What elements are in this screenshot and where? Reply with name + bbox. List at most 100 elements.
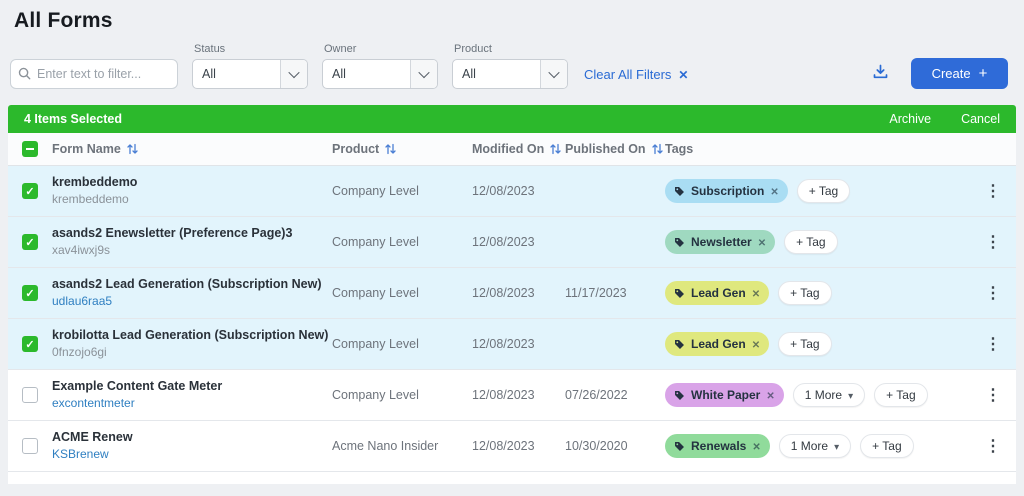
kebab-menu-button[interactable]	[979, 181, 1007, 201]
modified-on-cell: 12/08/2023	[472, 439, 565, 453]
sort-icon[interactable]	[127, 143, 138, 155]
clear-all-filters-label: Clear All Filters	[584, 67, 671, 82]
archive-button[interactable]: Archive	[889, 112, 931, 126]
product-cell: Acme Nano Insider	[332, 439, 472, 453]
form-subtitle: krembeddemo	[52, 191, 332, 207]
product-cell: Company Level	[332, 235, 472, 249]
row-checkbox[interactable]	[22, 438, 38, 454]
sort-icon[interactable]	[550, 143, 561, 155]
sort-icon[interactable]	[385, 143, 396, 155]
tag-label: White Paper	[691, 388, 760, 402]
plus-icon	[979, 66, 988, 81]
form-subtitle-link[interactable]: excontentmeter	[52, 395, 332, 411]
selected-count: 4 Items Selected	[24, 112, 122, 126]
add-tag-button[interactable]: + Tag	[874, 383, 927, 407]
chevron-down-icon	[848, 388, 853, 402]
form-name: ACME Renew	[52, 429, 332, 446]
download-button[interactable]	[870, 62, 891, 85]
add-tag-button[interactable]: + Tag	[778, 332, 831, 356]
column-header-tags: Tags	[665, 142, 693, 156]
more-tags-button[interactable]: 1 More	[793, 383, 865, 407]
tag-icon	[674, 288, 685, 299]
product-cell: Company Level	[332, 184, 472, 198]
chevron-down-icon	[280, 60, 307, 88]
modified-on-cell: 12/08/2023	[472, 286, 565, 300]
status-filter-label: Status	[194, 43, 308, 55]
add-tag-button[interactable]: + Tag	[860, 434, 913, 458]
tag-icon	[674, 339, 685, 350]
remove-tag-icon[interactable]	[766, 388, 774, 402]
remove-tag-icon[interactable]	[752, 439, 760, 453]
remove-tag-icon[interactable]	[758, 235, 766, 249]
form-subtitle-link[interactable]: udlau6raa5	[52, 293, 332, 309]
table-row: asands2 Lead Generation (Subscription Ne…	[8, 268, 1016, 319]
form-name: krembeddemo	[52, 174, 332, 191]
table-row: Example Content Gate Meterexcontentmeter…	[8, 370, 1016, 421]
form-subtitle: 0fnzojo6gi	[52, 344, 332, 360]
tag-pill: Lead Gen	[665, 281, 769, 305]
column-header-product: Product	[332, 142, 379, 156]
add-tag-button[interactable]: + Tag	[797, 179, 850, 203]
search-field-wrap	[10, 59, 178, 89]
create-button[interactable]: Create	[911, 58, 1008, 89]
published-on-cell: 07/26/2022	[565, 388, 665, 402]
row-checkbox[interactable]	[22, 387, 38, 403]
kebab-menu-button[interactable]	[979, 232, 1007, 252]
owner-filter-label: Owner	[324, 43, 438, 55]
form-subtitle-link[interactable]: KSBrenew	[52, 446, 332, 462]
close-icon	[678, 67, 688, 82]
forms-table: 4 Items Selected Archive Cancel Form Nam…	[8, 105, 1016, 484]
cancel-button[interactable]: Cancel	[961, 112, 1000, 126]
add-tag-label: + Tag	[809, 184, 838, 198]
add-tag-button[interactable]: + Tag	[778, 281, 831, 305]
row-checkbox[interactable]	[22, 183, 38, 199]
tag-icon	[674, 186, 685, 197]
tag-pill: Newsletter	[665, 230, 775, 254]
more-tags-button[interactable]: 1 More	[779, 434, 851, 458]
clear-all-filters-button[interactable]: Clear All Filters	[584, 59, 688, 89]
chevron-down-icon	[540, 60, 567, 88]
remove-tag-icon[interactable]	[752, 337, 760, 351]
table-row: krobilotta Lead Generation (Subscription…	[8, 319, 1016, 370]
status-filter: Status All	[192, 43, 308, 89]
kebab-menu-button[interactable]	[979, 436, 1007, 456]
add-tag-label: + Tag	[790, 286, 819, 300]
tag-icon	[674, 390, 685, 401]
row-checkbox[interactable]	[22, 336, 38, 352]
modified-on-cell: 12/08/2023	[472, 388, 565, 402]
search-input[interactable]	[10, 59, 178, 89]
form-name: asands2 Lead Generation (Subscription Ne…	[52, 276, 332, 293]
status-filter-select[interactable]: All	[192, 59, 308, 89]
kebab-menu-button[interactable]	[979, 334, 1007, 354]
kebab-menu-button[interactable]	[979, 283, 1007, 303]
column-header-modified-on: Modified On	[472, 142, 544, 156]
table-row: ACME RenewKSBrenewAcme Nano Insider12/08…	[8, 421, 1016, 472]
add-tag-label: + Tag	[796, 235, 825, 249]
modified-on-cell: 12/08/2023	[472, 235, 565, 249]
add-tag-button[interactable]: + Tag	[784, 230, 837, 254]
search-icon	[18, 67, 31, 80]
product-filter: Product All	[452, 43, 568, 89]
sort-icon[interactable]	[652, 143, 663, 155]
row-checkbox[interactable]	[22, 285, 38, 301]
kebab-menu-button[interactable]	[979, 385, 1007, 405]
remove-tag-icon[interactable]	[770, 184, 778, 198]
tag-label: Newsletter	[691, 235, 752, 249]
product-cell: Company Level	[332, 388, 472, 402]
product-filter-select[interactable]: All	[452, 59, 568, 89]
tag-pill: White Paper	[665, 383, 784, 407]
select-all-checkbox[interactable]	[22, 141, 38, 157]
column-header-published-on: Published On	[565, 142, 646, 156]
modified-on-cell: 12/08/2023	[472, 184, 565, 198]
product-cell: Company Level	[332, 337, 472, 351]
row-checkbox[interactable]	[22, 234, 38, 250]
page-title: All Forms	[14, 9, 1024, 33]
remove-tag-icon[interactable]	[752, 286, 760, 300]
published-on-cell: 10/30/2020	[565, 439, 665, 453]
owner-filter: Owner All	[322, 43, 438, 89]
tag-label: Renewals	[691, 439, 746, 453]
add-tag-label: + Tag	[872, 439, 901, 453]
form-name: Example Content Gate Meter	[52, 378, 332, 395]
product-cell: Company Level	[332, 286, 472, 300]
owner-filter-select[interactable]: All	[322, 59, 438, 89]
